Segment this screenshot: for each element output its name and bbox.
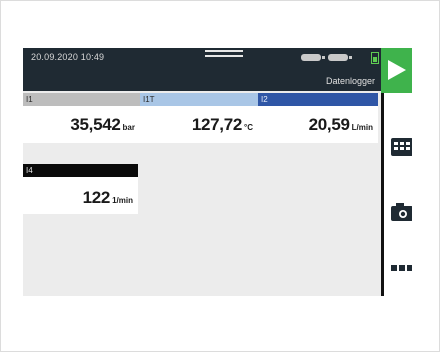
tile-label: I1 (23, 93, 140, 106)
measurement-tile-i4[interactable]: I4 122 1/min (23, 164, 138, 214)
datetime: 20.09.2020 10:49 (31, 52, 105, 62)
measurement-tile-i1t[interactable]: I1T 127,72 °C (140, 93, 258, 143)
status-bar: 20.09.2020 10:49 Datenlogger (23, 48, 381, 91)
sd-card-icon (328, 54, 352, 61)
camera-icon (391, 203, 412, 221)
value-number: 35,542 (70, 115, 121, 134)
usb-icon (301, 54, 325, 61)
measurement-tile-i1[interactable]: I1 35,542 bar (23, 93, 140, 143)
device-screen: 20.09.2020 10:49 Datenlogger I1 35,542 ba… (23, 48, 412, 296)
more-icon (391, 265, 412, 271)
tile-value: 20,59 L/min (309, 115, 373, 135)
grid-view-button[interactable] (391, 138, 412, 156)
play-icon (388, 60, 406, 80)
screenshot-frame: 20.09.2020 10:49 Datenlogger I1 35,542 ba… (0, 0, 440, 352)
tile-label: I2 (258, 93, 378, 106)
mode-label: Datenlogger (325, 76, 375, 86)
tile-value: 127,72 °C (192, 115, 253, 135)
tile-label: I1T (140, 93, 258, 106)
value-number: 122 (82, 188, 111, 207)
side-divider (381, 93, 384, 296)
tile-value: 35,542 bar (70, 115, 135, 135)
value-number: 20,59 (308, 115, 350, 134)
battery-icon (371, 52, 379, 64)
value-unit: bar (122, 123, 135, 132)
value-unit: L/min (351, 123, 373, 132)
play-button[interactable] (381, 48, 412, 93)
side-panel (381, 48, 412, 296)
grid-icon (391, 138, 412, 156)
measurement-tile-i2[interactable]: I2 20,59 L/min (258, 93, 378, 143)
value-number: 127,72 (191, 115, 243, 134)
value-unit: °C (244, 123, 253, 132)
value-unit: 1/min (112, 196, 133, 205)
tile-value: 122 1/min (83, 188, 133, 208)
screenshot-button[interactable] (391, 203, 412, 221)
more-button[interactable] (391, 260, 412, 278)
drag-handle[interactable] (205, 50, 243, 58)
tile-label: I4 (23, 164, 138, 177)
